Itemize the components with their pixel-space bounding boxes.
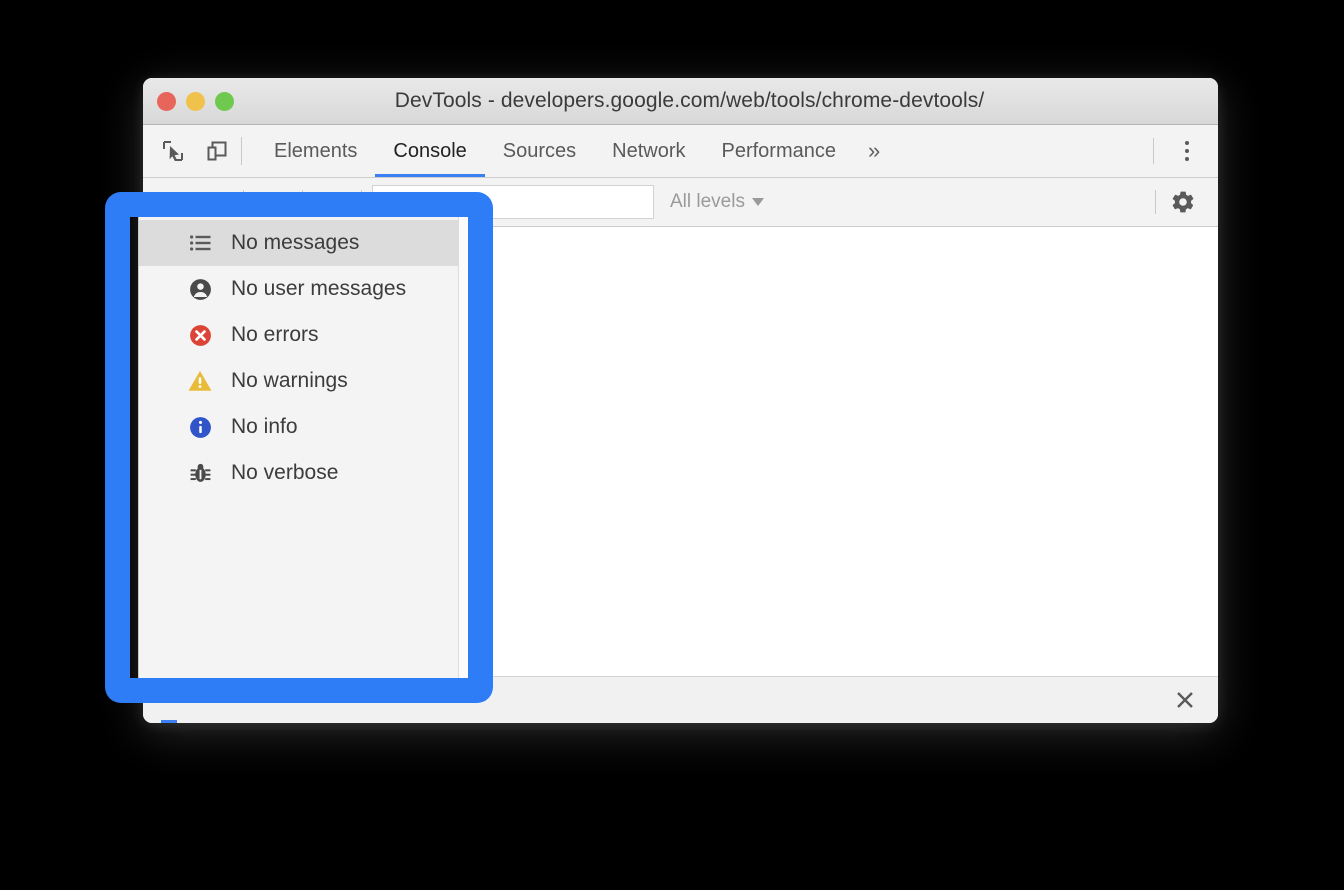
tab-console[interactable]: Console <box>375 125 486 177</box>
tab-label: Console <box>393 139 467 162</box>
window-title: DevTools - developers.google.com/web/too… <box>394 89 985 112</box>
close-window-button[interactable] <box>157 91 176 111</box>
person-icon <box>187 276 213 302</box>
menu-item-label: No errors <box>231 323 319 346</box>
close-icon[interactable] <box>1170 685 1200 715</box>
tab-elements[interactable]: Elements <box>256 125 375 177</box>
drawer-tab-console[interactable] <box>161 677 177 723</box>
tab-label: Network <box>612 139 686 162</box>
drawer-toolbar <box>143 676 1218 723</box>
tabstrip-right <box>1153 125 1218 177</box>
menu-item-label: No verbose <box>231 461 339 484</box>
minimize-window-button[interactable] <box>186 91 205 111</box>
tabstrip-tool-icons <box>143 125 241 177</box>
menu-item-label: No info <box>231 415 298 438</box>
tab-label: Sources <box>502 139 577 162</box>
tab-label: Elements <box>274 139 358 162</box>
tab-sources[interactable]: Sources <box>485 125 594 177</box>
menu-item-no-messages[interactable]: No messages <box>139 220 470 266</box>
menu-item-no-user-messages[interactable]: No user messages <box>139 266 470 312</box>
traffic-lights <box>157 91 234 111</box>
kebab-menu-icon[interactable] <box>1170 134 1204 168</box>
tab-label: Performance <box>721 139 837 162</box>
warning-icon <box>187 368 213 394</box>
gear-icon[interactable] <box>1166 185 1200 219</box>
chevron-down-icon <box>751 198 764 206</box>
zoom-window-button[interactable] <box>215 91 234 111</box>
tabstrip-divider <box>241 137 242 165</box>
log-level-dropdown[interactable]: All levels <box>670 191 764 213</box>
menu-item-no-info[interactable]: No info <box>139 404 470 450</box>
tab-performance[interactable]: Performance <box>704 125 855 177</box>
inspect-element-icon[interactable] <box>159 137 187 165</box>
info-icon <box>187 414 213 440</box>
log-level-popup-menu: No messages No user messages No errors N… <box>138 209 471 680</box>
list-icon <box>187 230 213 256</box>
console-toolbar-divider-4 <box>1155 190 1156 214</box>
more-tabs-button[interactable]: » <box>854 125 894 177</box>
bug-icon <box>187 460 213 486</box>
popup-scrollbar[interactable] <box>458 210 470 679</box>
screenshot-stage: DevTools - developers.google.com/web/too… <box>0 0 1344 890</box>
devtools-tabstrip: Elements Console Sources Network Perform… <box>143 125 1218 178</box>
menu-item-no-warnings[interactable]: No warnings <box>139 358 470 404</box>
menu-item-label: No user messages <box>231 277 407 300</box>
menu-item-label: No warnings <box>231 369 348 392</box>
menu-item-no-errors[interactable]: No errors <box>139 312 470 358</box>
tab-network[interactable]: Network <box>594 125 703 177</box>
tabstrip-right-divider <box>1153 138 1154 164</box>
log-level-menu-items: No messages No user messages No errors N… <box>139 210 470 496</box>
log-level-label: All levels <box>670 191 745 212</box>
device-toolbar-icon[interactable] <box>203 137 231 165</box>
window-titlebar: DevTools - developers.google.com/web/too… <box>143 78 1218 125</box>
error-icon <box>187 322 213 348</box>
menu-item-no-verbose[interactable]: No verbose <box>139 450 470 496</box>
devtools-tabs: Elements Console Sources Network Perform… <box>256 125 1153 177</box>
menu-item-label: No messages <box>231 231 360 254</box>
